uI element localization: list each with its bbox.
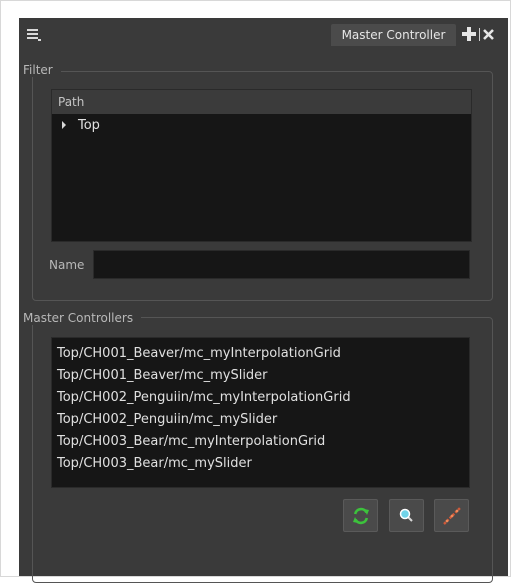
filter-group-title: Filter <box>19 63 61 77</box>
show-controls-button[interactable] <box>434 499 469 532</box>
name-label: Name <box>49 258 85 272</box>
list-item[interactable]: Top/CH001_Beaver/mc_mySlider <box>52 365 469 387</box>
path-column-header[interactable]: Path <box>52 90 471 114</box>
master-controller-panel: Master Controller Filter Path Top Name M… <box>19 18 508 583</box>
master-controllers-group-title: Master Controllers <box>19 311 142 325</box>
tree-item-top[interactable]: Top <box>52 114 471 136</box>
tab-actions <box>462 25 494 43</box>
list-item[interactable]: Top/CH003_Bear/mc_myInterpolationGrid <box>52 431 469 453</box>
list-item[interactable]: Top/CH001_Beaver/mc_myInterpolationGrid <box>52 343 469 365</box>
name-filter-input[interactable] <box>93 250 470 279</box>
list-item[interactable]: Top/CH002_Penguiin/mc_mySlider <box>52 409 469 431</box>
tree-item-label: Top <box>78 117 100 133</box>
tab-master-controller[interactable]: Master Controller <box>331 24 456 46</box>
menu-icon[interactable] <box>27 28 41 42</box>
list-item[interactable]: Top/CH002_Penguiin/mc_myInterpolationGri… <box>52 387 469 409</box>
expand-arrow-icon[interactable] <box>62 121 66 129</box>
refresh-button[interactable] <box>343 499 378 532</box>
show-controls-icon <box>442 506 461 525</box>
close-icon[interactable] <box>483 28 494 40</box>
path-tree[interactable]: Path Top <box>51 89 472 242</box>
list-item[interactable]: Top/CH003_Bear/mc_mySlider <box>52 453 469 475</box>
add-view-icon[interactable] <box>462 27 476 41</box>
panel-titlebar: Master Controller <box>19 18 508 48</box>
select-button[interactable] <box>389 499 424 532</box>
refresh-icon <box>352 507 369 524</box>
select-icon <box>399 508 413 522</box>
master-controllers-list[interactable]: Top/CH001_Beaver/mc_myInterpolationGrid … <box>51 337 470 488</box>
tab-actions-divider <box>479 27 480 41</box>
